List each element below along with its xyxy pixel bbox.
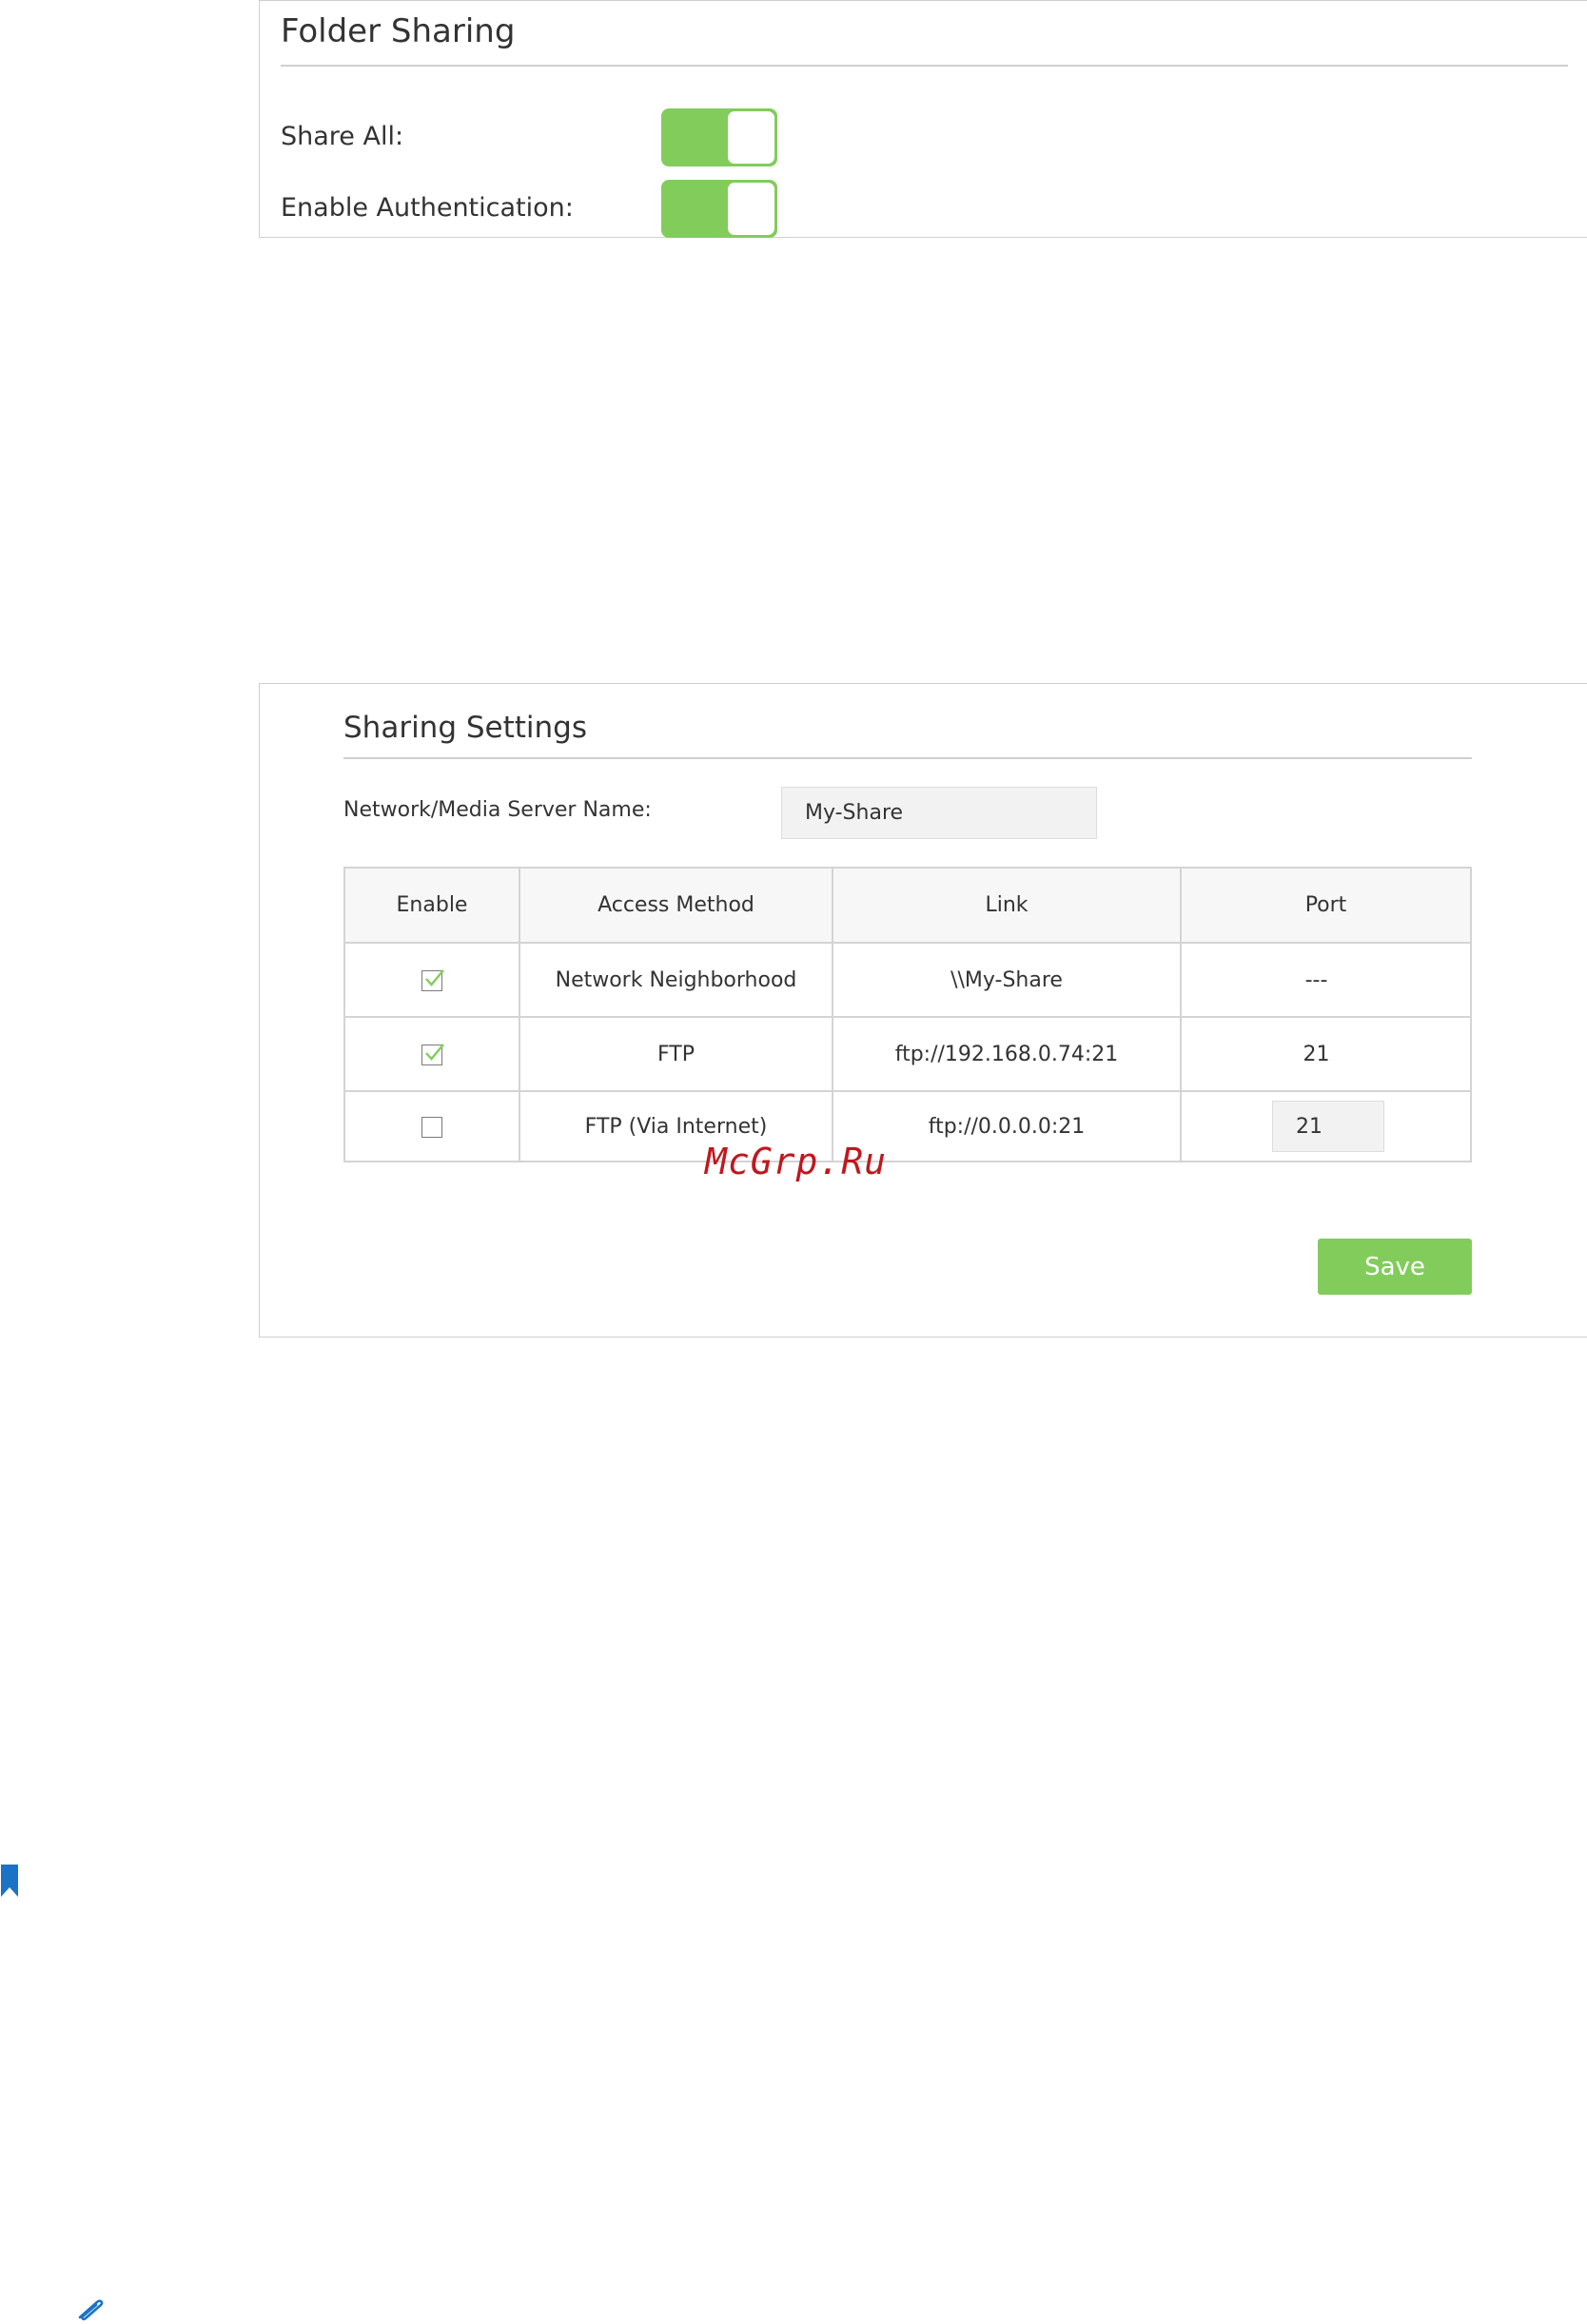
table-row: Network Neighborhood \\My-Share --- [343,942,1472,1018]
folder-sharing-panel: Folder Sharing Share All: Enable Authent… [259,0,1587,238]
sharing-settings-title: Sharing Settings [343,711,588,745]
server-name-label: Network/Media Server Name: [343,798,652,822]
share-all-label: Share All: [281,122,404,151]
enable-checkbox-network-neighborhood[interactable] [421,968,444,991]
enable-checkbox-ftp[interactable] [421,1043,444,1065]
port-cell: --- [1180,942,1472,1018]
enable-authentication-label: Enable Authentication: [281,193,574,223]
table-row: FTP ftp://192.168.0.74:21 21 [343,1016,1472,1092]
sharing-settings-panel: Sharing Settings Network/Media Server Na… [259,683,1587,1338]
server-name-input[interactable] [781,787,1097,839]
title-divider [343,757,1472,759]
link-cell: \\My-Share [832,942,1182,1018]
checkmark-icon [425,968,444,986]
folder-sharing-title: Folder Sharing [281,12,516,50]
port-input-ftp-via-internet[interactable] [1272,1101,1384,1152]
attachment-icon[interactable] [74,2296,107,2321]
title-divider [281,65,1568,67]
access-method-cell: FTP [519,1016,833,1092]
access-method-cell: Network Neighborhood [519,942,833,1018]
header-port: Port [1180,867,1472,944]
bookmark-icon[interactable] [0,1865,19,1897]
table-row: FTP (Via Internet) ftp://0.0.0.0:21 [343,1090,1472,1162]
checkmark-icon [425,1043,444,1061]
enable-authentication-toggle[interactable] [661,180,777,238]
enable-checkbox-ftp-via-internet[interactable] [421,1116,442,1138]
enable-cell [343,1090,520,1162]
toggle-knob [728,111,774,164]
port-cell [1180,1090,1472,1162]
enable-cell [343,1016,520,1092]
port-value: --- [1304,967,1328,992]
enable-cell [343,942,520,1018]
header-link: Link [832,867,1182,944]
watermark-text: McGrp.Ru [705,1141,888,1182]
toggle-knob [728,183,774,235]
access-method-table: Enable Access Method Link Port Network N… [343,867,1472,1162]
port-value: 21 [1303,1042,1330,1066]
link-cell: ftp://192.168.0.74:21 [832,1016,1182,1092]
table-header-row: Enable Access Method Link Port [343,867,1472,944]
save-button[interactable]: Save [1318,1239,1472,1295]
header-enable: Enable [343,867,520,944]
header-access-method: Access Method [519,867,833,944]
port-cell: 21 [1180,1016,1472,1092]
share-all-toggle[interactable] [661,108,777,166]
